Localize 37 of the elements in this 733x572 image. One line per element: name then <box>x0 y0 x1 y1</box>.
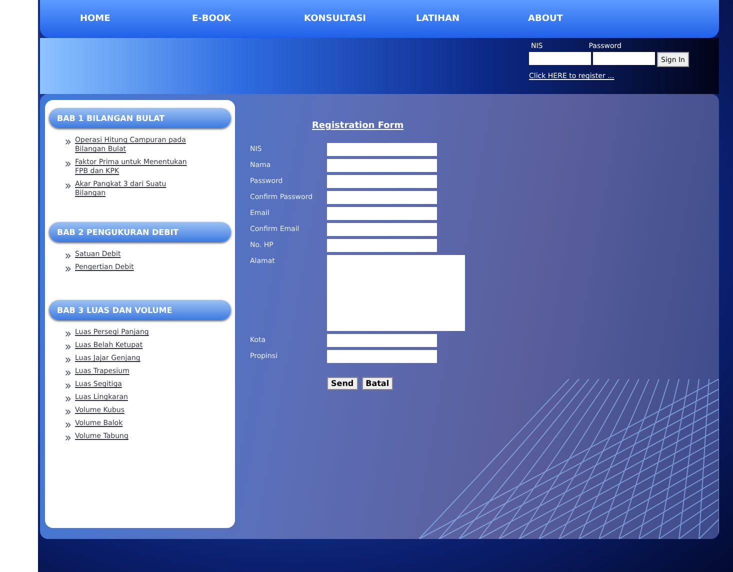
double-chevron-icon <box>65 422 71 428</box>
input-field[interactable] <box>327 239 437 252</box>
input-field[interactable] <box>327 175 437 188</box>
input-field[interactable] <box>327 191 437 204</box>
double-chevron-icon <box>65 409 71 415</box>
double-chevron-icon <box>65 357 71 363</box>
double-chevron-icon <box>65 266 71 272</box>
input-field[interactable] <box>327 143 437 156</box>
input-field[interactable] <box>327 334 437 347</box>
section-header: BAB 2 PENGUKURAN DEBIT <box>49 222 231 242</box>
double-chevron-icon <box>65 183 71 189</box>
address-textarea[interactable] <box>327 255 465 331</box>
nav-link[interactable]: E-BOOK <box>192 14 304 24</box>
double-chevron-icon <box>65 370 71 376</box>
nav-link[interactable]: HOME <box>80 14 192 24</box>
double-chevron-icon <box>65 331 71 337</box>
input-field[interactable] <box>327 350 437 363</box>
nav-link[interactable]: LATIHAN <box>416 14 528 24</box>
double-chevron-icon <box>65 383 71 389</box>
double-chevron-icon <box>65 253 71 259</box>
double-chevron-icon <box>65 139 71 145</box>
form-title: Registration Form <box>312 121 405 131</box>
double-chevron-icon <box>65 396 71 402</box>
section-header: BAB 3 LUAS DAN VOLUME <box>49 300 231 320</box>
section-header: BAB 1 BILANGAN BULAT <box>49 108 231 128</box>
double-chevron-icon <box>65 435 71 441</box>
input-field[interactable] <box>327 207 437 220</box>
double-chevron-icon <box>65 161 71 167</box>
nav-link[interactable]: KONSULTASI <box>304 14 416 24</box>
double-chevron-icon <box>65 344 71 350</box>
password-input[interactable] <box>593 52 655 65</box>
input-field[interactable] <box>327 223 437 236</box>
nis-input[interactable] <box>529 52 591 65</box>
form-button[interactable]: Batal <box>362 377 394 390</box>
input-field[interactable] <box>327 159 437 172</box>
form-button[interactable]: Send <box>327 377 358 390</box>
nav-link[interactable]: ABOUT <box>528 14 640 24</box>
